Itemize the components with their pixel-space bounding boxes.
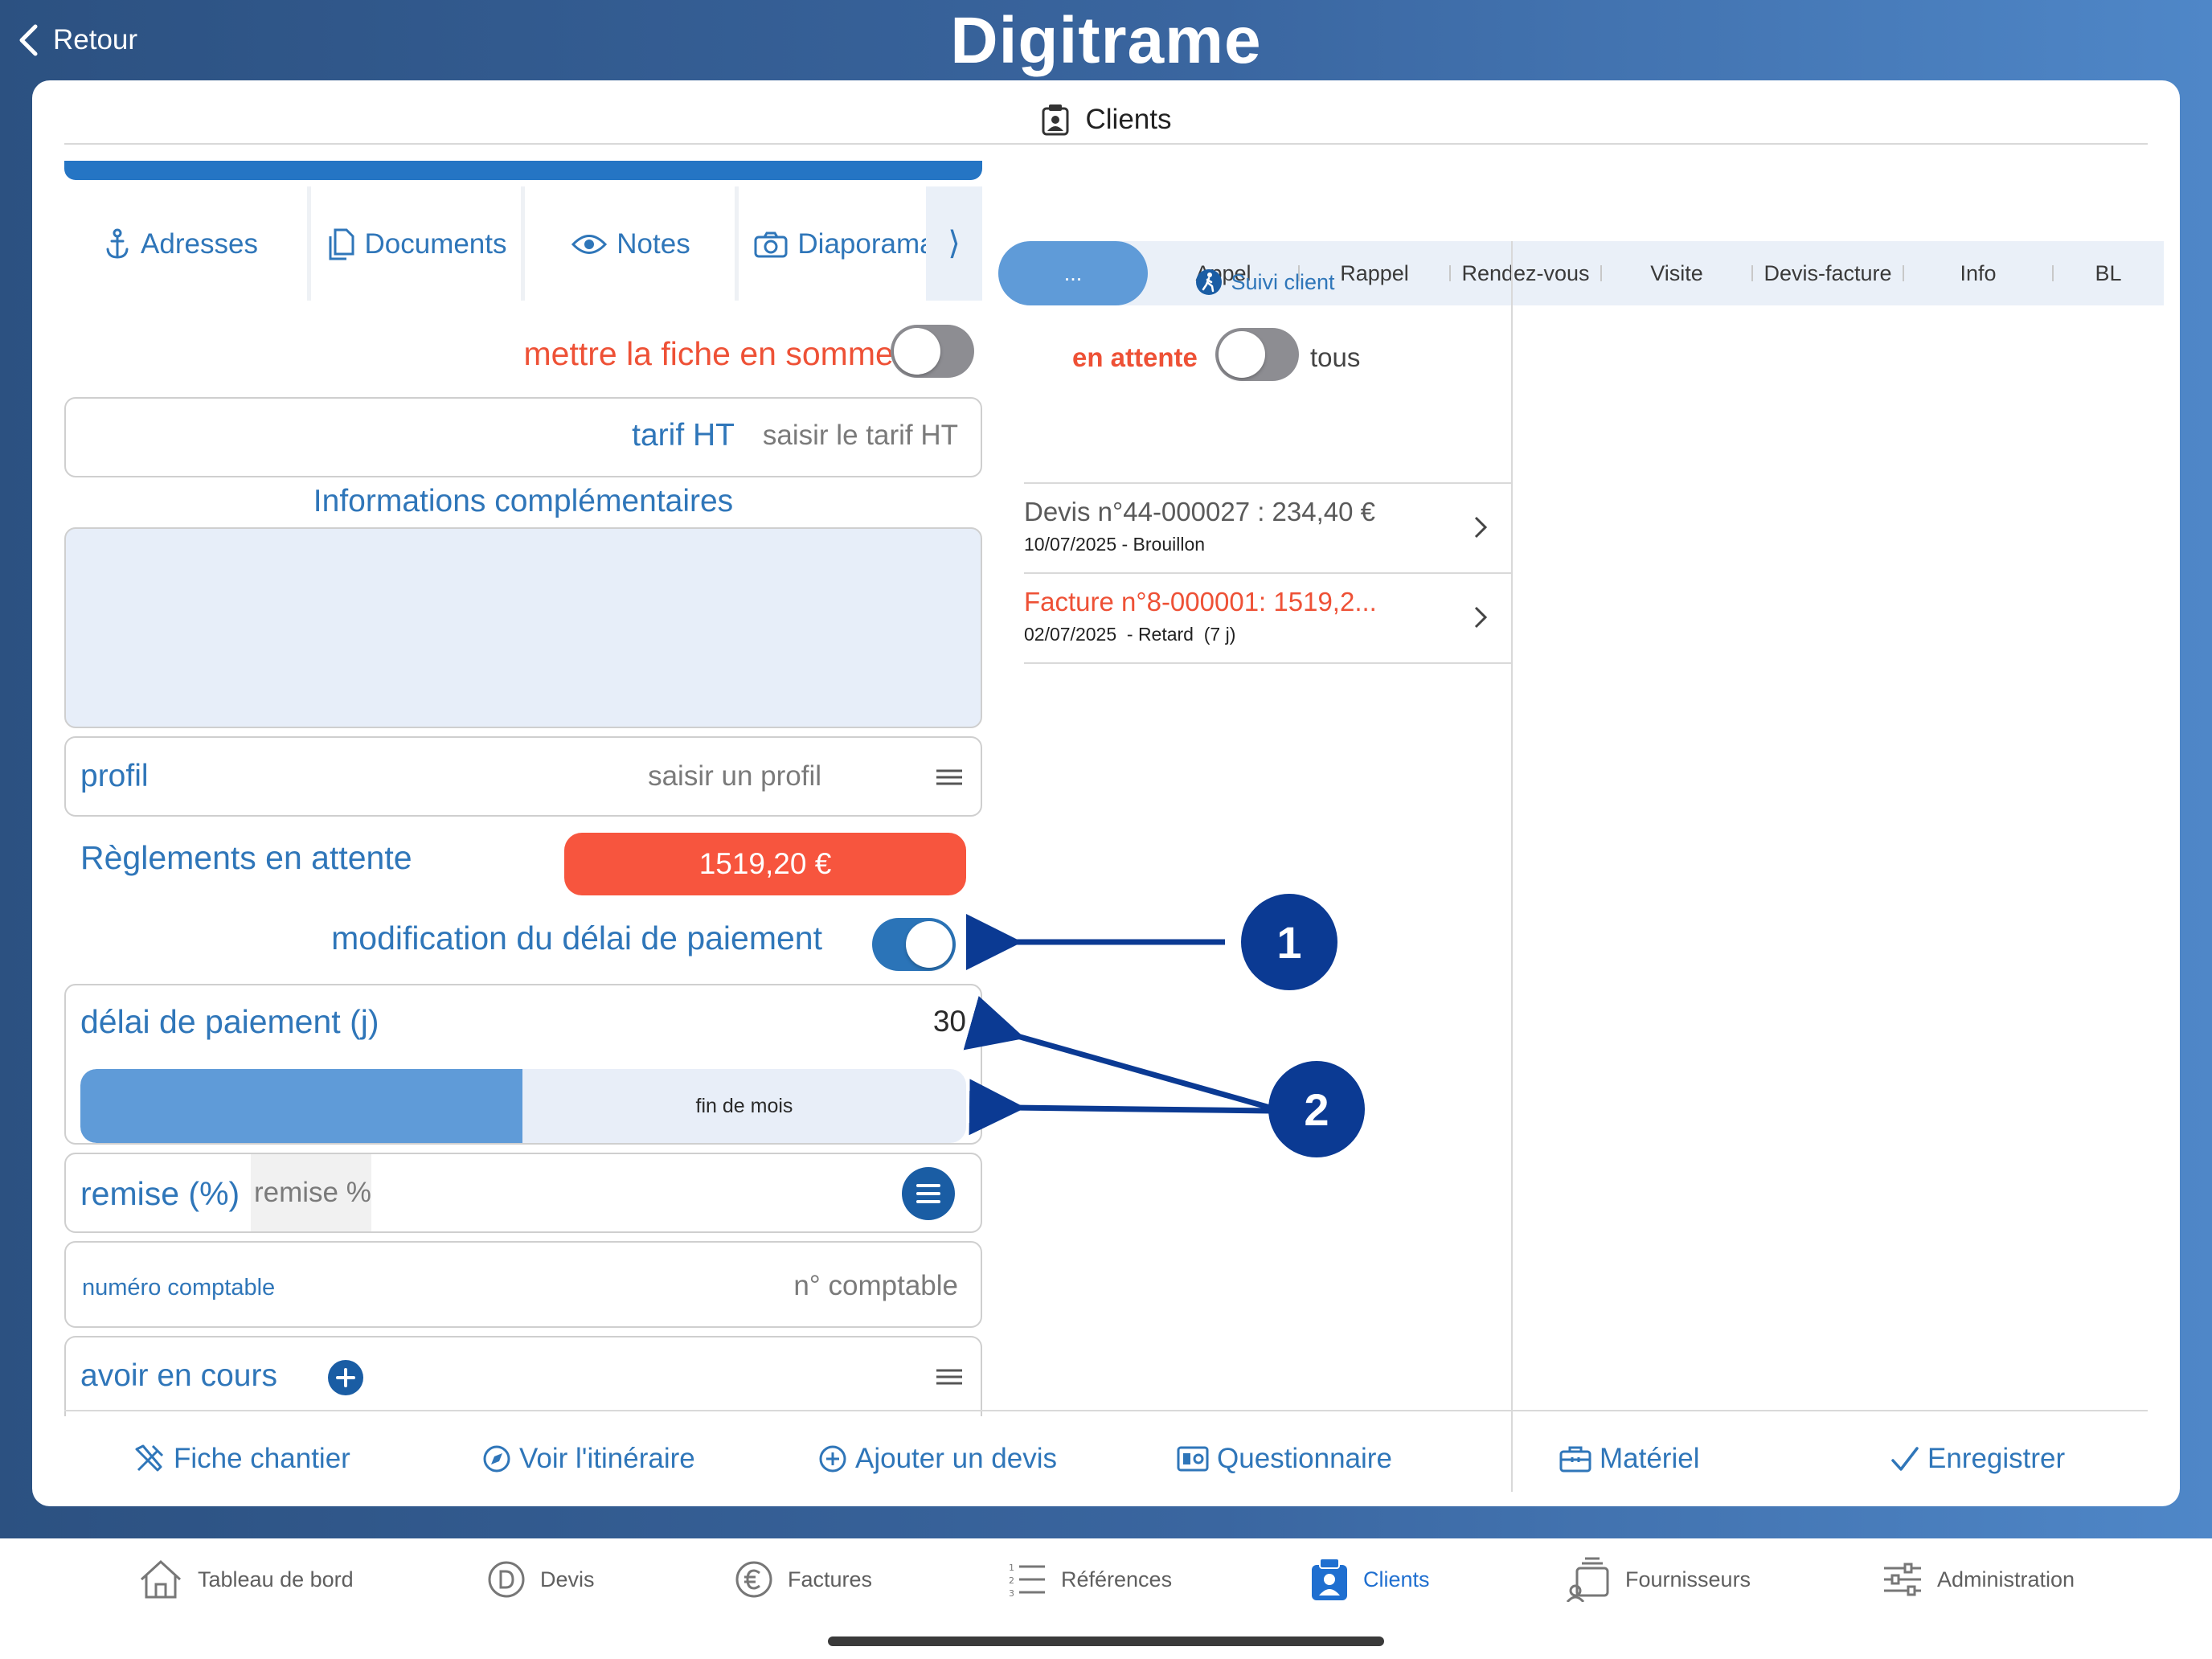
euro-icon [735,1561,772,1598]
nav-clients[interactable]: Clients [1310,1551,1430,1608]
nav-label: Références [1061,1567,1173,1591]
annotation-badge-1: 1 [1241,894,1337,990]
nav-references[interactable]: 1 2 3 Références [1008,1551,1172,1608]
annotation-arrow-2b [969,1079,1271,1136]
nav-tableau-de-bord[interactable]: Tableau de bord [138,1551,354,1608]
nav-administration[interactable]: Administration [1882,1551,2075,1608]
nav-label: Devis [540,1567,595,1591]
nav-devis[interactable]: Devis [487,1551,595,1608]
annotation-arrow-2a [963,996,1271,1111]
devis-icon [488,1561,525,1598]
nav-label: Factures [788,1567,873,1591]
suppliers-icon [1566,1557,1609,1602]
home-icon [140,1559,182,1599]
list-icon: 1 2 3 [1009,1563,1045,1597]
sliders-icon [1884,1563,1921,1596]
svg-text:1: 1 [1009,1563,1014,1573]
nav-factures[interactable]: Factures [735,1551,872,1608]
nav-label: Administration [1937,1567,2075,1591]
annotation-badge-2: 2 [1268,1061,1365,1157]
svg-text:2: 2 [1009,1575,1014,1586]
annotation-arrows [963,914,1271,1136]
clients-icon [1312,1558,1347,1600]
nav-fournisseurs[interactable]: Fournisseurs [1566,1551,1751,1608]
home-indicator [828,1636,1384,1646]
nav-label: Fournisseurs [1625,1567,1751,1591]
nav-label: Tableau de bord [198,1567,354,1591]
nav-label: Clients [1363,1567,1430,1591]
svg-text:3: 3 [1009,1588,1014,1597]
